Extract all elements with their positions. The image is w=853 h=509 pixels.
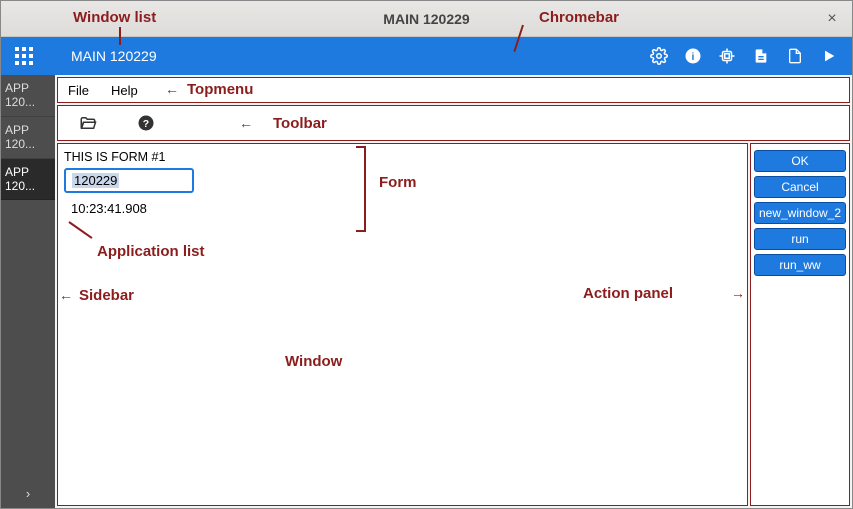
chromebar-title: MAIN 120229 (71, 48, 157, 64)
form-title: THIS IS FORM #1 (64, 150, 384, 164)
form-field-1[interactable]: 120229 (64, 168, 194, 193)
form-field-2[interactable]: 10:23:41.908 (64, 197, 364, 220)
play-icon[interactable] (812, 39, 846, 73)
form: THIS IS FORM #1 120229 10:23:41.908 (64, 150, 384, 220)
os-titlebar: MAIN 120229 × (1, 1, 852, 37)
chromebar: MAIN 120229 i (1, 37, 852, 75)
sidebar-item-app-2[interactable]: APP 120... (1, 159, 55, 201)
menu-file[interactable]: File (68, 83, 89, 98)
action-panel: OK Cancel new_window_2 run run_ww (750, 143, 850, 506)
toolbar: ? (57, 105, 850, 141)
page-icon[interactable] (778, 39, 812, 73)
action-new-window-2[interactable]: new_window_2 (754, 202, 846, 224)
document-icon[interactable] (744, 39, 778, 73)
form-field-1-value: 120229 (72, 173, 119, 188)
window-title: MAIN 120229 (383, 11, 469, 27)
window-area: THIS IS FORM #1 120229 10:23:41.908 (57, 143, 748, 506)
sidebar-item-label: APP 120... (5, 81, 35, 109)
sidebar: APP 120... APP 120... APP 120... › (1, 75, 55, 508)
action-ok[interactable]: OK (754, 150, 846, 172)
info-icon[interactable]: i (676, 39, 710, 73)
action-run-ww[interactable]: run_ww (754, 254, 846, 276)
chevron-right-icon[interactable]: › (1, 478, 55, 508)
close-icon[interactable]: × (822, 9, 842, 29)
chip-icon[interactable] (710, 39, 744, 73)
help-circle-icon[interactable]: ? (134, 111, 158, 135)
topmenu: File Help (57, 77, 850, 103)
grid-apps-icon[interactable] (7, 39, 41, 73)
svg-text:?: ? (143, 118, 149, 130)
action-cancel[interactable]: Cancel (754, 176, 846, 198)
sidebar-item-label: APP 120... (5, 123, 35, 151)
gear-icon[interactable] (642, 39, 676, 73)
sidebar-item-label: APP 120... (5, 165, 35, 193)
action-run[interactable]: run (754, 228, 846, 250)
folder-open-icon[interactable] (76, 111, 100, 135)
svg-text:i: i (692, 51, 695, 63)
sidebar-item-app-0[interactable]: APP 120... (1, 75, 55, 117)
menu-help[interactable]: Help (111, 83, 138, 98)
sidebar-item-app-1[interactable]: APP 120... (1, 117, 55, 159)
